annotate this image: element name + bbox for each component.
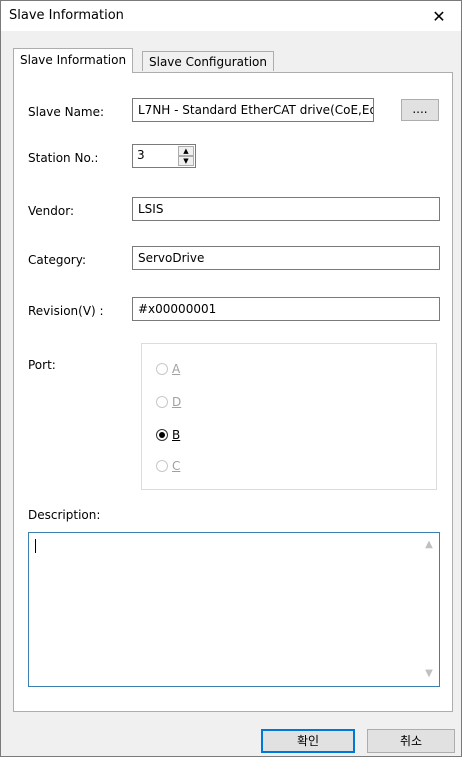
description-label: Description: xyxy=(28,508,101,522)
station-no-value: 3 xyxy=(137,148,145,162)
slave-name-field[interactable]: L7NH - Standard EtherCAT drive(CoE,EoE xyxy=(132,98,374,122)
port-option-a[interactable]: A xyxy=(156,361,180,377)
revision-field[interactable]: #x00000001 xyxy=(132,297,440,321)
port-option-label: D xyxy=(172,395,182,409)
station-no-stepper[interactable]: 3 ▲ ▼ xyxy=(132,144,196,168)
port-option-label: C xyxy=(172,459,181,473)
category-field[interactable]: ServoDrive xyxy=(132,246,440,270)
stepper-buttons: ▲ ▼ xyxy=(178,146,194,166)
port-option-c[interactable]: C xyxy=(156,458,180,474)
tab-slave-configuration[interactable]: Slave Configuration xyxy=(142,51,274,71)
vendor-label: Vendor: xyxy=(28,204,74,218)
close-icon: ✕ xyxy=(432,6,446,26)
stepper-up-icon[interactable]: ▲ xyxy=(178,146,194,156)
window-title: Slave Information xyxy=(9,8,124,23)
text-caret xyxy=(35,539,36,553)
vendor-field[interactable]: LSIS xyxy=(132,197,440,221)
station-no-label: Station No.: xyxy=(28,151,99,165)
close-button[interactable]: ✕ xyxy=(417,1,461,31)
tab-bar: Slave Information Slave Configuration xyxy=(13,48,453,73)
radio-icon xyxy=(156,460,168,472)
port-option-d[interactable]: D xyxy=(156,394,181,410)
port-group: A D B C xyxy=(141,343,437,490)
stepper-down-icon[interactable]: ▼ xyxy=(178,156,194,166)
tab-slave-information[interactable]: Slave Information xyxy=(13,48,134,73)
cancel-button[interactable]: 취소 xyxy=(367,729,455,753)
category-label: Category: xyxy=(28,253,86,267)
radio-icon xyxy=(156,363,168,375)
ok-button[interactable]: 확인 xyxy=(261,729,355,753)
radio-icon xyxy=(156,396,168,408)
radio-selected-icon xyxy=(156,429,168,441)
scroll-down-icon[interactable]: ▼ xyxy=(423,668,435,680)
title-bar: Slave Information ✕ xyxy=(1,1,461,31)
revision-label: Revision(V) : xyxy=(28,304,104,318)
scroll-up-icon[interactable]: ▲ xyxy=(423,539,435,551)
port-option-label: B xyxy=(172,428,181,442)
slave-name-label: Slave Name: xyxy=(28,105,105,119)
port-option-b[interactable]: B xyxy=(156,427,180,443)
slave-information-dialog: Slave Information ✕ Slave Information Sl… xyxy=(0,0,462,757)
port-label: Port: xyxy=(28,358,56,372)
browse-slave-button[interactable]: .... xyxy=(401,99,439,121)
port-option-label: A xyxy=(172,362,181,376)
description-textarea[interactable]: ▲ ▼ xyxy=(28,532,440,687)
slave-information-panel: Slave Name: L7NH - Standard EtherCAT dri… xyxy=(13,72,453,712)
